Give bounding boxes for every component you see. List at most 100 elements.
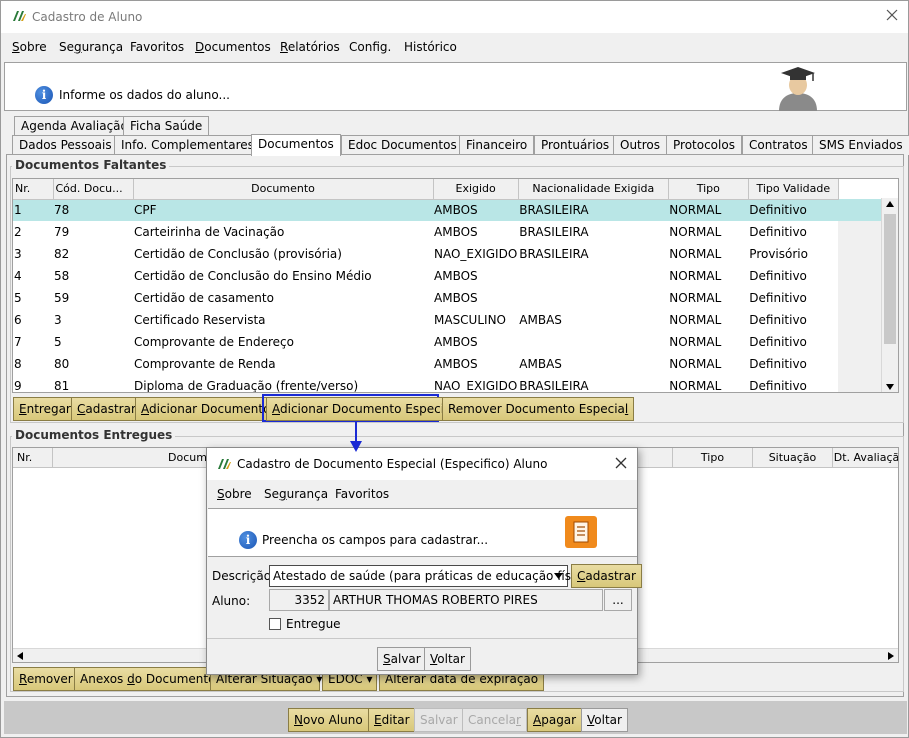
table-cell: 78 <box>53 199 133 221</box>
tab-sms-enviados[interactable]: SMS Enviados <box>812 135 909 155</box>
table-cell: Provisório <box>749 247 808 261</box>
dialog-menu-favoritos[interactable]: Favoritos <box>335 487 389 501</box>
table-cell: Definitivo <box>749 357 807 371</box>
table-cell: 3 <box>14 247 22 261</box>
table-cell: NORMAL <box>668 199 749 221</box>
tab-financeiro[interactable]: Financeiro <box>459 135 535 155</box>
close-icon[interactable] <box>884 7 900 23</box>
table-row[interactable]: 3 82 Certidão de Conclusão (provisória) NAO… <box>13 243 889 265</box>
tab-protocolos[interactable]: Protocolos <box>666 135 742 155</box>
menu-item[interactable]: Config. <box>349 40 391 54</box>
table-cell: Certificado Reservista <box>134 313 266 327</box>
tab-edoc-documentos[interactable]: Edoc Documentos <box>341 135 464 155</box>
table-cell: Definitivo <box>749 225 807 239</box>
tab-ficha-saude[interactable]: Ficha Saúde <box>123 116 210 136</box>
table-row[interactable]: 2 79 Carteirinha de Vacinação AMBOS BRASILEI… <box>13 221 889 243</box>
menu-item[interactable]: Relatórios <box>280 40 340 54</box>
table-row[interactable]: 1 78 CPF AMBOS BRASILEIRA NORMAL Definitivo <box>13 199 889 221</box>
menu-item[interactable]: Histórico <box>404 40 457 54</box>
dialog-voltar-button[interactable]: Voltar <box>424 647 471 671</box>
tab-outros[interactable]: Outros <box>613 135 668 155</box>
entregar-button[interactable]: Entregar <box>13 397 77 421</box>
table-cell: Certidão de Conclusão do Ensino Médio <box>134 269 372 283</box>
column-header[interactable]: Situação <box>753 448 833 468</box>
faltantes-vertical-scrollbar[interactable] <box>881 198 898 392</box>
table-cell: Definitivo <box>748 199 839 221</box>
adicionar-documento-button[interactable]: Adicionar Documento <box>135 397 277 421</box>
tab-dados-pessoais[interactable]: Dados Pessoais <box>12 135 119 155</box>
editar-button[interactable]: Editar <box>368 708 416 732</box>
tab-agenda-avaliacao[interactable]: Agenda Avaliação <box>14 116 135 136</box>
table-cell: NORMAL <box>669 225 722 239</box>
menu-item[interactable]: Sobre <box>12 40 47 54</box>
info-icon: i <box>35 86 53 104</box>
menu-item[interactable]: Documentos <box>195 40 271 54</box>
table-cell: 7 <box>14 335 22 349</box>
table-row[interactable]: 6 3 Certificado Reservista MASCULINO AMBAS NO… <box>13 309 889 331</box>
novo-aluno-button[interactable]: Novo Aluno <box>288 708 369 732</box>
dialog-salvar-button[interactable]: Salvar <box>377 647 427 671</box>
anexos-documento-button[interactable]: Anexos do Documento <box>74 667 222 691</box>
cadastrar-button[interactable]: Cadastrar <box>71 397 142 421</box>
menu-item[interactable]: Segurança <box>59 40 123 54</box>
voltar-button[interactable]: Voltar <box>581 708 628 732</box>
adicionar-documento-especial-button[interactable]: Adicionar Documento Especial <box>266 397 461 421</box>
close-icon[interactable] <box>613 455 629 471</box>
aluno-id-field: 3352 <box>269 589 329 611</box>
dialog-menu-seguranca[interactable]: Segurança <box>264 487 328 501</box>
column-header[interactable]: Tipo Validade <box>748 179 839 200</box>
scroll-thumb[interactable] <box>884 214 896 344</box>
table-cell: Definitivo <box>749 379 807 393</box>
table-cell: 59 <box>54 291 70 305</box>
column-header[interactable]: Tipo <box>668 179 749 200</box>
tab-prontuarios[interactable]: Prontuários <box>534 135 617 155</box>
table-row[interactable]: 7 5 Comprovante de Endereço AMBOS NORMAL Defi… <box>13 331 889 353</box>
table-cell: 4 <box>14 269 22 283</box>
remover-documento-especial-button[interactable]: Remover Documento Especial <box>442 397 635 421</box>
tab-info-complementares[interactable]: Info. Complementares <box>114 135 261 155</box>
table-row[interactable]: 4 58 Certidão de Conclusão do Ensino Médio… <box>13 265 889 287</box>
column-header[interactable]: Nr. <box>13 179 54 200</box>
table-cell: Comprovante de Endereço <box>134 335 294 349</box>
table-row[interactable]: 5 59 Certidão de casamento AMBOS NORMAL Defin… <box>13 287 889 309</box>
table-cell: AMBOS <box>434 269 478 283</box>
aluno-search-button[interactable]: ... <box>604 589 632 611</box>
faltantes-table[interactable]: Nr. Cód. Docu... Documento Exigido Nacio… <box>12 178 899 393</box>
scroll-down-icon[interactable] <box>886 384 894 390</box>
table-cell: 3 <box>54 313 62 327</box>
table-cell: 8 <box>14 357 22 371</box>
table-cell: AMBOS <box>434 335 478 349</box>
dialog-cadastrar-button[interactable]: Cadastrar <box>571 564 642 588</box>
descricao-select[interactable]: Atestado de saúde (para práticas de educ… <box>269 565 593 587</box>
column-header[interactable]: Documento <box>133 179 434 200</box>
menu-item[interactable]: Favoritos <box>130 40 184 54</box>
table-cell: 9 <box>14 379 22 393</box>
tab-documentos[interactable]: Documentos <box>251 134 341 156</box>
column-header[interactable]: Nacionalidade Exigida <box>518 179 669 200</box>
dialog-menu-sobre[interactable]: Sobre <box>217 487 252 501</box>
remover-button[interactable]: Remover <box>13 667 79 691</box>
column-header[interactable]: Exigido <box>433 179 519 200</box>
tab-contratos[interactable]: Contratos <box>742 135 815 155</box>
column-header[interactable]: Nr. <box>13 448 53 468</box>
column-header[interactable]: Cód. Docu... <box>53 179 134 200</box>
dialog-title-bar: Cadastro de Documento Especial (Especifi… <box>207 448 637 480</box>
table-cell: CPF <box>133 199 433 221</box>
table-row[interactable]: 9 81 Diploma de Graduação (frente/verso) NA… <box>13 375 889 393</box>
table-cell: BRASILEIRA <box>518 199 669 221</box>
apagar-button[interactable]: Apagar <box>527 708 583 732</box>
dialog-title: Cadastro de Documento Especial (Especifi… <box>237 457 548 471</box>
dialog-message: Preencha os campos para cadastrar... <box>262 533 489 547</box>
table-cell: BRASILEIRA <box>519 247 589 261</box>
table-cell: AMBOS <box>434 357 478 371</box>
table-cell: MASCULINO <box>434 313 506 327</box>
table-row[interactable]: 8 80 Comprovante de Renda AMBOS AMBAS NORMAL D… <box>13 353 889 375</box>
column-header[interactable]: Tipo <box>673 448 753 468</box>
scroll-left-icon[interactable] <box>17 652 23 660</box>
entregue-checkbox[interactable] <box>269 618 281 630</box>
document-form-icon <box>565 516 597 548</box>
scroll-right-icon[interactable] <box>888 652 894 660</box>
column-header[interactable]: Dt. Avaliaçã <box>833 448 898 468</box>
scroll-up-icon[interactable] <box>886 201 894 207</box>
app-logo-icon <box>13 11 26 21</box>
